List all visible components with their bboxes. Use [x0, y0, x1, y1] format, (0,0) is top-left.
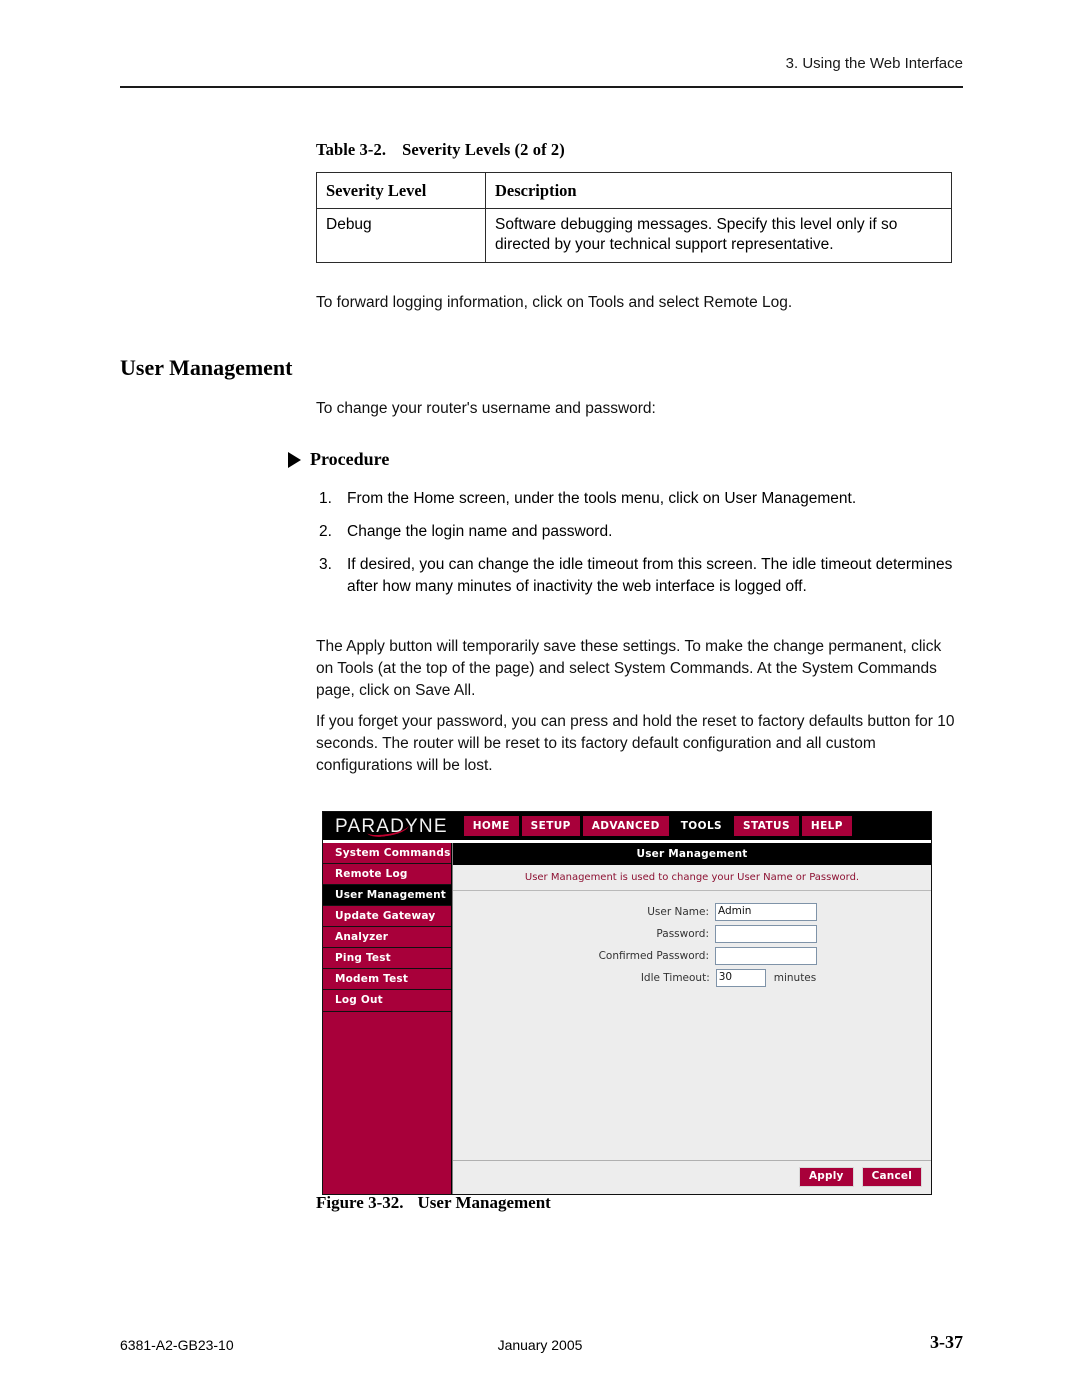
figure-caption-text: User Management [417, 1193, 551, 1212]
procedure-steps-list: 1. From the Home screen, under the tools … [316, 488, 956, 609]
tab-tools[interactable]: TOOLS [671, 815, 732, 837]
panel-title: User Management [453, 843, 931, 865]
label-password: Password: [656, 928, 709, 940]
tab-home[interactable]: HOME [463, 815, 519, 837]
sidebar-item-log-out[interactable]: Log Out [323, 990, 451, 1012]
paradyne-logo-text: PARADYNE [335, 815, 448, 837]
step-number: 3. [319, 556, 332, 573]
sidebar-item-user-management[interactable]: User Management [323, 885, 451, 907]
tab-help[interactable]: HELP [801, 815, 852, 837]
step-text: If desired, you can change the idle time… [347, 556, 953, 595]
confirmed-password-input[interactable] [715, 947, 817, 965]
list-item: 1. From the Home screen, under the tools … [316, 488, 956, 510]
figure-caption-number: Figure 3-32. [316, 1193, 404, 1212]
table-header-row: Severity Level Description [316, 171, 952, 210]
label-confirmed-password: Confirmed Password: [598, 950, 709, 962]
cell-description: Software debugging messages. Specify thi… [485, 208, 952, 263]
severity-levels-table: Severity Level Description Debug Softwar… [316, 171, 952, 263]
cell-severity-level: Debug [316, 208, 486, 263]
footer-page-number: 3-37 [930, 1332, 963, 1352]
running-header: 3. Using the Web Interface [785, 55, 963, 72]
sidebar-item-ping-test[interactable]: Ping Test [323, 948, 451, 970]
figure-router-web-ui-screenshot: PARADYNE HOME SETUP ADVANCED TOOLS STATU… [322, 811, 932, 1195]
paragraph-change-intro: To change your router's username and pas… [316, 400, 656, 417]
ui-sidebar: System Commands Remote Log User Manageme… [323, 843, 452, 1194]
list-item: 2. Change the login name and password. [316, 521, 956, 543]
panel-subtitle: User Management is used to change your U… [453, 865, 931, 891]
tab-status[interactable]: STATUS [734, 815, 799, 837]
procedure-label: Procedure [310, 449, 390, 469]
step-number: 1. [319, 490, 332, 507]
sidebar-item-system-commands[interactable]: System Commands [323, 843, 451, 865]
paradyne-logo: PARADYNE [331, 815, 464, 839]
ui-top-navigation-bar: PARADYNE HOME SETUP ADVANCED TOOLS STATU… [323, 812, 931, 840]
header-rule [120, 86, 963, 88]
footer-date: January 2005 [497, 1337, 583, 1353]
table-caption-text: Severity Levels (2 of 2) [402, 140, 565, 159]
column-header-severity-level: Severity Level [316, 171, 486, 210]
form-row-confirmed-password: Confirmed Password: [453, 947, 931, 965]
section-heading-user-management: User Management [120, 355, 293, 380]
label-user-name: User Name: [647, 906, 709, 918]
table-caption: Table 3-2. Severity Levels (2 of 2) [316, 140, 565, 160]
procedure-heading: Procedure [288, 449, 389, 470]
sidebar-item-analyzer[interactable]: Analyzer [323, 927, 451, 949]
step-text: Change the login name and password. [347, 523, 613, 540]
user-name-input[interactable]: Admin [715, 903, 817, 921]
sidebar-item-remote-log[interactable]: Remote Log [323, 864, 451, 886]
label-idle-timeout: Idle Timeout: [640, 972, 710, 984]
ui-main-panel: User Management User Management is used … [452, 843, 931, 1194]
sidebar-item-update-gateway[interactable]: Update Gateway [323, 906, 451, 928]
ui-tab-strip: HOME SETUP ADVANCED TOOLS STATUS HELP [463, 815, 852, 837]
ui-body: System Commands Remote Log User Manageme… [323, 843, 931, 1194]
table-row: Debug Software debugging messages. Speci… [316, 208, 952, 263]
column-header-description: Description [485, 171, 952, 210]
sidebar-item-modem-test[interactable]: Modem Test [323, 969, 451, 991]
idle-timeout-input[interactable]: 30 [715, 969, 766, 987]
tab-setup[interactable]: SETUP [521, 815, 580, 837]
password-input[interactable] [715, 925, 817, 943]
user-management-form: User Name: Admin Password: Confirmed Pas… [453, 891, 931, 1160]
step-text: From the Home screen, under the tools me… [347, 490, 857, 507]
form-row-idle-timeout: Idle Timeout: 30 minutes [453, 969, 931, 987]
form-row-password: Password: [453, 925, 931, 943]
triangle-right-icon [288, 451, 301, 468]
sidebar-filler [323, 1011, 451, 1194]
tab-advanced[interactable]: ADVANCED [582, 815, 669, 837]
table-caption-number: Table 3-2. [316, 140, 387, 159]
ui-button-bar: Apply Cancel [453, 1160, 931, 1194]
figure-caption: Figure 3-32. User Management [316, 1193, 551, 1213]
paragraph-forward-logging: To forward logging information, click on… [316, 294, 793, 311]
paragraph-forgot-password-note: If you forget your password, you can pre… [316, 713, 955, 774]
form-row-user-name: User Name: Admin [453, 903, 931, 921]
cancel-button[interactable]: Cancel [861, 1167, 922, 1187]
apply-button[interactable]: Apply [798, 1167, 854, 1187]
idle-timeout-unit-label: minutes [773, 972, 817, 984]
paragraph-apply-note: The Apply button will temporarily save t… [316, 638, 942, 699]
step-number: 2. [319, 523, 332, 540]
list-item: 3. If desired, you can change the idle ti… [316, 554, 956, 598]
